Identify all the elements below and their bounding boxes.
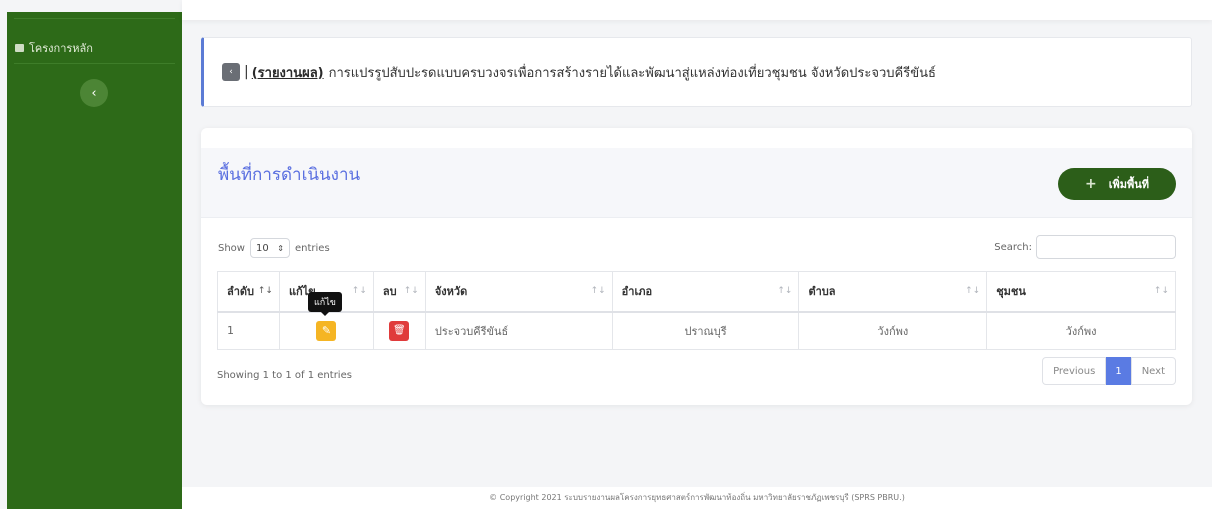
banner-separator: | — [244, 64, 249, 80]
cell-edit: ✎ — [278, 311, 374, 350]
cell-community: วังก์พง — [986, 311, 1176, 350]
sidebar-divider — [14, 63, 175, 64]
cell-province: ประจวบคีรีขันธ์ — [424, 311, 613, 350]
show-label: Show — [218, 242, 245, 254]
add-area-label: เพิ่มพื้นที่ — [1108, 178, 1150, 191]
sidebar: โครงการหลัก ‹ — [7, 12, 182, 509]
sidebar-item-main-projects[interactable]: โครงการหลัก — [15, 38, 93, 58]
column-header-community[interactable]: ชุมชน ↑↓ — [986, 271, 1176, 313]
pagination-next[interactable]: Next — [1130, 357, 1176, 385]
sort-icon: ↑↓ — [590, 286, 606, 296]
cell-no: 1 — [217, 311, 280, 350]
book-icon — [15, 44, 24, 52]
column-header-subdistrict[interactable]: ตำบล ↑↓ — [798, 271, 988, 313]
add-area-button[interactable]: + เพิ่มพื้นที่ — [1058, 168, 1176, 200]
operation-area-card: พื้นที่การดำเนินงาน + เพิ่มพื้นที่ Show … — [201, 128, 1192, 405]
cell-subdistrict: วังก์พง — [798, 311, 988, 350]
operation-area-table: ลำดับ ↑↓ แก้ไข ↑↓ ลบ ↑↓ จังหวัด ↑↓ อำเภอ ↑↓ ต… — [217, 271, 1176, 350]
entries-label: entries — [294, 242, 330, 254]
report-link[interactable]: (รายงานผล) — [252, 62, 324, 83]
sort-icon: ↑↓ — [965, 286, 981, 296]
sidebar-divider — [14, 18, 175, 19]
card-header: พื้นที่การดำเนินงาน + เพิ่มพื้นที่ — [201, 148, 1192, 218]
card-heading: พื้นที่การดำเนินงาน — [218, 165, 361, 185]
top-navbar — [182, 0, 1212, 20]
column-header-no[interactable]: ลำดับ ↑↓ — [217, 271, 280, 313]
sort-asc-icon: ↑↓ — [257, 286, 273, 296]
pagination: Previous 1 Next — [1042, 357, 1176, 385]
sort-icon: ↑↓ — [403, 286, 419, 296]
back-button[interactable]: ‹ — [222, 63, 240, 81]
sort-icon: ↑↓ — [351, 286, 367, 296]
pencil-icon: ✎ — [321, 324, 332, 338]
edit-button[interactable]: ✎ — [316, 320, 337, 341]
pagination-previous[interactable]: Previous — [1042, 357, 1107, 385]
column-header-delete[interactable]: ลบ ↑↓ — [372, 271, 426, 313]
table-header-row: ลำดับ ↑↓ แก้ไข ↑↓ ลบ ↑↓ จังหวัด ↑↓ อำเภอ ↑↓ ต… — [217, 271, 1176, 313]
length-value: 10 — [255, 242, 269, 254]
sort-icon: ↑↓ — [777, 286, 793, 296]
sort-arrows-icon: ⇕ — [277, 243, 284, 253]
cell-district: ปราณบุรี — [611, 311, 800, 350]
table-length-control: Show 10 ⇕ entries — [218, 238, 330, 258]
project-title: การแปรรูปสับปะรดแบบครบวงจรเพื่อการสร้างร… — [328, 65, 936, 81]
length-select[interactable]: 10 ⇕ — [249, 238, 290, 258]
edit-tooltip: แก้ไข — [308, 292, 342, 316]
chevron-left-icon: ‹ — [229, 67, 233, 77]
table-info: Showing 1 to 1 of 1 entries — [217, 370, 352, 381]
column-header-province[interactable]: จังหวัด ↑↓ — [424, 271, 613, 313]
sort-icon: ↑↓ — [1153, 286, 1169, 296]
column-header-district[interactable]: อำเภอ ↑↓ — [611, 271, 800, 313]
plus-icon: + — [1084, 176, 1097, 192]
search-input[interactable] — [1036, 235, 1176, 259]
delete-button[interactable]: 🗑 — [389, 320, 410, 341]
search-label: Search: — [994, 241, 1032, 253]
sidebar-item-label: โครงการหลัก — [29, 42, 93, 55]
sidebar-collapse-button[interactable]: ‹ — [80, 79, 108, 107]
cell-delete: 🗑 — [372, 311, 426, 350]
table-row: 1 ✎ 🗑 ประจวบคีรีขันธ์ ปราณบุรี วังก์พง ว… — [217, 311, 1176, 350]
footer-copyright: © Copyright 2021 ระบบรายงานผลโครงการยุทธ… — [182, 487, 1212, 509]
project-banner: ‹ | (รายงานผล) การแปรรูปสับปะรดแบบครบวงจ… — [201, 37, 1192, 107]
table-search-control: Search: — [994, 235, 1176, 259]
trash-icon: 🗑 — [393, 325, 406, 337]
chevron-left-icon: ‹ — [91, 85, 97, 101]
pagination-page-1[interactable]: 1 — [1106, 357, 1131, 385]
